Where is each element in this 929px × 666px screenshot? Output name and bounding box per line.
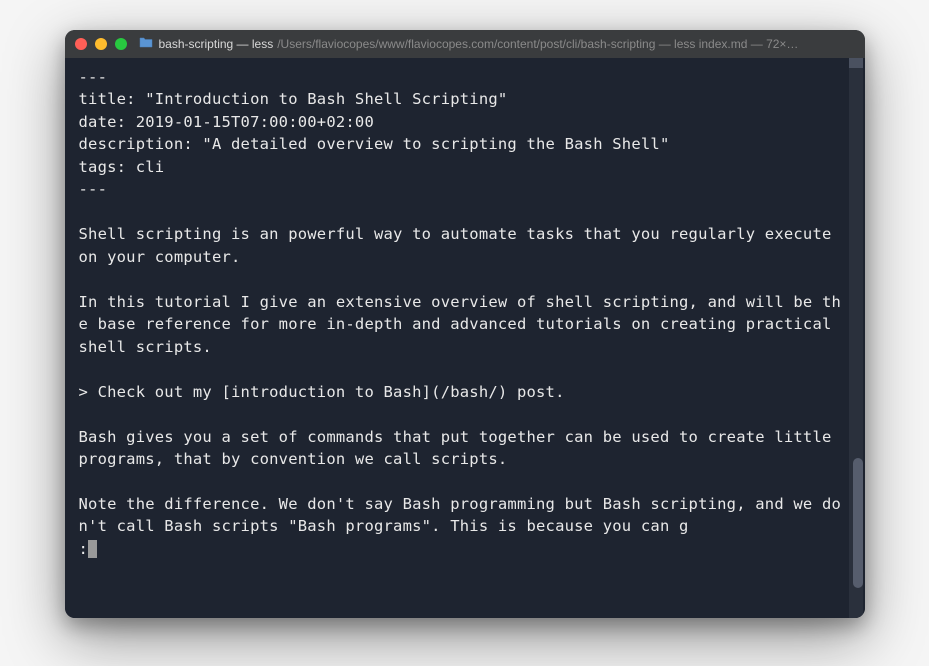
title-main: bash-scripting — less xyxy=(159,37,274,51)
terminal-body[interactable]: --- title: "Introduction to Bash Shell S… xyxy=(65,58,865,618)
text-line: date: 2019-01-15T07:00:00+02:00 xyxy=(79,113,375,131)
text-line: Shell scripting is an powerful way to au… xyxy=(79,225,842,265)
less-prompt[interactable]: : xyxy=(79,538,851,560)
close-icon[interactable] xyxy=(75,38,87,50)
window-title: bash-scripting — less /Users/flaviocopes… xyxy=(139,37,855,51)
text-line: title: "Introduction to Bash Shell Scrip… xyxy=(79,90,508,108)
text-line: tags: cli xyxy=(79,158,165,176)
maximize-icon[interactable] xyxy=(115,38,127,50)
text-line: Bash gives you a set of commands that pu… xyxy=(79,428,842,468)
text-line: In this tutorial I give an extensive ove… xyxy=(79,293,842,356)
scrollbar-marker xyxy=(849,58,863,68)
minimize-icon[interactable] xyxy=(95,38,107,50)
prompt-char: : xyxy=(79,538,89,560)
terminal-content: --- title: "Introduction to Bash Shell S… xyxy=(79,66,851,560)
text-line: --- xyxy=(79,180,108,198)
text-line: --- xyxy=(79,68,108,86)
terminal-window: bash-scripting — less /Users/flaviocopes… xyxy=(65,30,865,618)
cursor xyxy=(88,540,97,558)
scrollbar-thumb[interactable] xyxy=(853,458,863,588)
titlebar[interactable]: bash-scripting — less /Users/flaviocopes… xyxy=(65,30,865,58)
title-sub: /Users/flaviocopes/www/flaviocopes.com/c… xyxy=(277,37,798,51)
text-line: > Check out my [introduction to Bash](/b… xyxy=(79,383,565,401)
folder-icon xyxy=(139,37,153,51)
text-line: description: "A detailed overview to scr… xyxy=(79,135,670,153)
traffic-lights xyxy=(75,38,127,50)
text-line: Note the difference. We don't say Bash p… xyxy=(79,495,842,535)
